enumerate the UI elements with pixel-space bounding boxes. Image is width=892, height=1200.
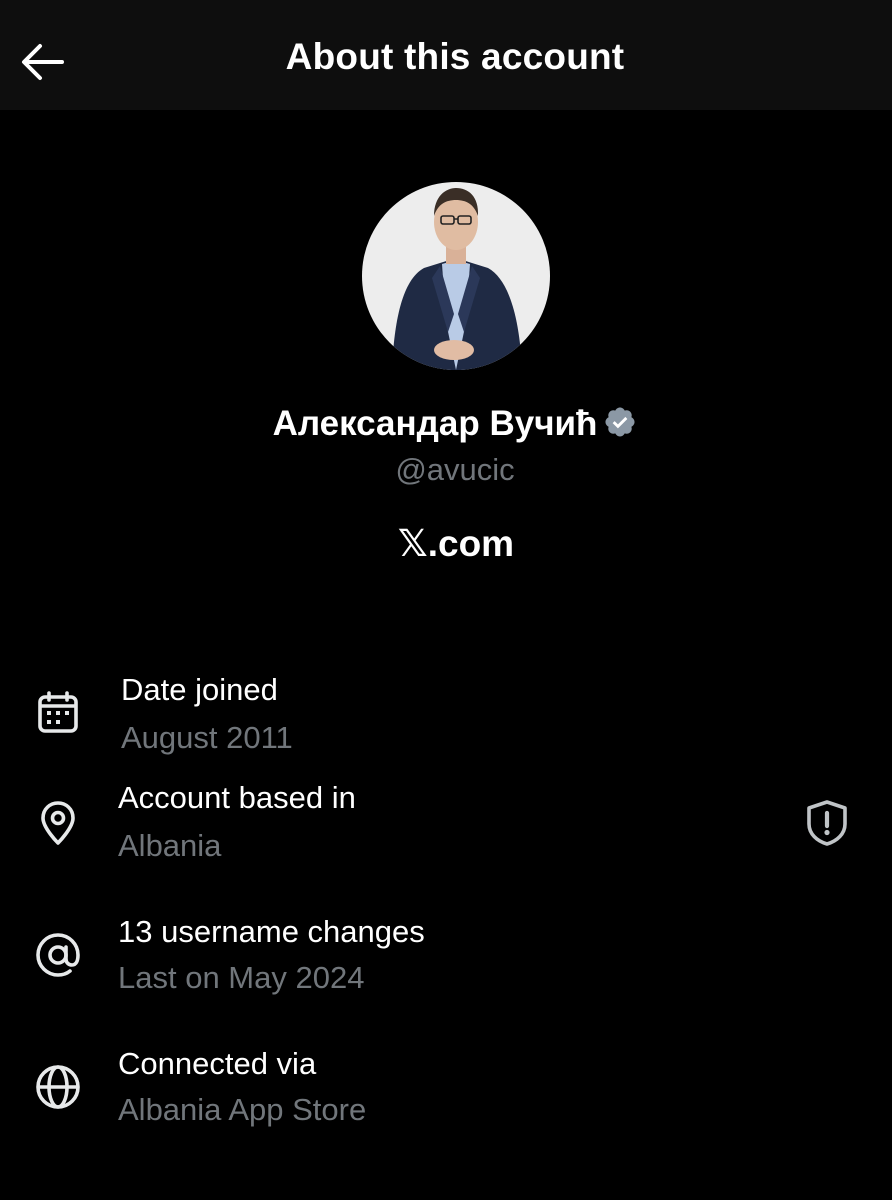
detail-row-date-joined: Date joined August 2011 [0,668,892,758]
detail-title: 13 username changes [118,914,425,949]
display-name: Александар Вучић [0,404,892,444]
page-title: About this account [285,36,625,77]
site-label: 𝕏.com [397,523,515,564]
location-pin-icon [33,798,83,848]
detail-title: Connected via [118,1046,317,1081]
detail-value: August 2011 [121,720,293,755]
detail-row-username-changes: 13 username changes Last on May 2024 [0,910,892,1000]
detail-value: Albania [118,828,222,863]
avatar[interactable] [362,182,550,370]
detail-row-account-based-in: Account based in Albania [0,778,892,868]
username-handle: @avucic [395,452,515,487]
detail-title: Date joined [121,672,278,707]
detail-value: Albania App Store [118,1092,367,1127]
shield-alert-icon[interactable] [802,798,852,848]
calendar-icon [33,688,83,738]
globe-icon [33,1062,83,1112]
verified-badge-icon [605,407,635,437]
display-name-text: Александар Вучић [272,404,598,443]
top-bar: About this account [0,0,892,110]
detail-title: Account based in [118,780,356,815]
detail-row-connected-via: Connected via Albania App Store [0,1042,892,1132]
at-sign-icon [33,930,83,980]
detail-value: Last on May 2024 [118,960,365,995]
